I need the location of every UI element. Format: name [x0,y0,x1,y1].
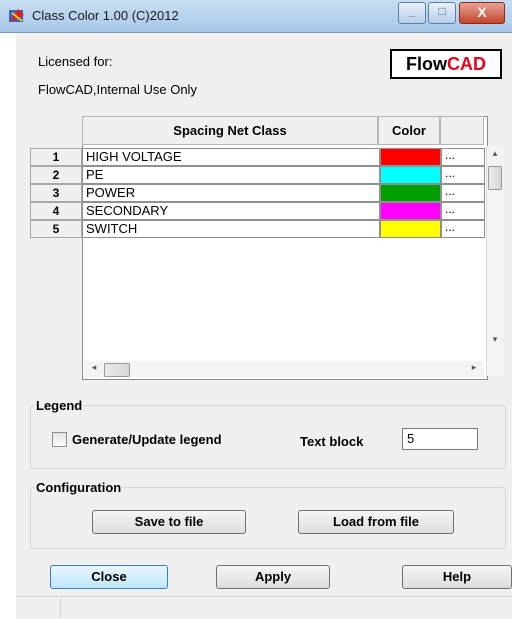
maximize-icon: □ [438,4,446,18]
text-block-input[interactable]: 5 [402,428,478,450]
generate-legend-label: Generate/Update legend [72,432,222,447]
save-to-file-button[interactable]: Save to file [92,510,246,534]
column-header-spacing-net-class[interactable]: Spacing Net Class [82,116,378,145]
net-class-name-cell[interactable]: SECONDARY [82,202,380,220]
scroll-right-icon[interactable]: ▸ [468,362,480,373]
row-header-1[interactable]: 1 [30,148,82,166]
status-bar [16,596,512,619]
row-header-4[interactable]: 4 [30,202,82,220]
scroll-up-icon[interactable]: ▴ [487,148,503,159]
column-header-color[interactable]: Color [378,116,440,145]
close-button[interactable]: Close [50,565,168,589]
licensed-for-label: Licensed for: [38,54,113,69]
app-icon [8,7,26,25]
net-class-name-cell[interactable]: POWER [82,184,380,202]
column-header-picker[interactable] [440,116,484,145]
license-holder: FlowCAD,Internal Use Only [38,82,197,97]
color-picker-button[interactable]: ... [441,148,485,166]
row-header-3[interactable]: 3 [30,184,82,202]
help-button[interactable]: Help [402,565,512,589]
minimize-icon: _ [408,4,416,18]
horizontal-scroll-thumb[interactable] [104,363,130,377]
window-title: Class Color 1.00 (C)2012 [32,8,179,23]
color-picker-button[interactable]: ... [441,220,485,238]
legend-group-label: Legend [34,398,85,413]
flowcad-logo: FlowCAD [390,49,502,79]
row-header-2[interactable]: 2 [30,166,82,184]
color-swatch-cell[interactable] [380,166,441,184]
color-swatch-cell[interactable] [380,184,441,202]
vertical-scroll-thumb[interactable] [488,166,502,190]
horizontal-scrollbar[interactable] [84,361,484,377]
row-header-5[interactable]: 5 [30,220,82,238]
color-picker-button[interactable]: ... [441,166,485,184]
net-class-name-cell[interactable]: HIGH VOLTAGE [82,148,380,166]
text-block-label: Text block [300,434,364,449]
color-swatch-cell[interactable] [380,202,441,220]
net-class-name-cell[interactable]: SWITCH [82,220,380,238]
color-picker-button[interactable]: ... [441,202,485,220]
color-swatch-cell[interactable] [380,148,441,166]
scroll-left-icon[interactable]: ◂ [88,362,100,373]
minimize-button[interactable]: _ [398,2,426,24]
scroll-down-icon[interactable]: ▾ [487,334,503,345]
net-class-name-cell[interactable]: PE [82,166,380,184]
apply-button[interactable]: Apply [216,565,330,589]
color-swatch-cell[interactable] [380,220,441,238]
load-from-file-button[interactable]: Load from file [298,510,454,534]
status-divider [60,598,61,618]
generate-legend-checkbox[interactable] [52,432,67,447]
maximize-button[interactable]: □ [428,2,456,24]
configuration-group-label: Configuration [34,480,124,495]
close-window-button[interactable]: X [459,2,505,24]
close-icon: X [477,4,487,20]
color-picker-button[interactable]: ... [441,184,485,202]
